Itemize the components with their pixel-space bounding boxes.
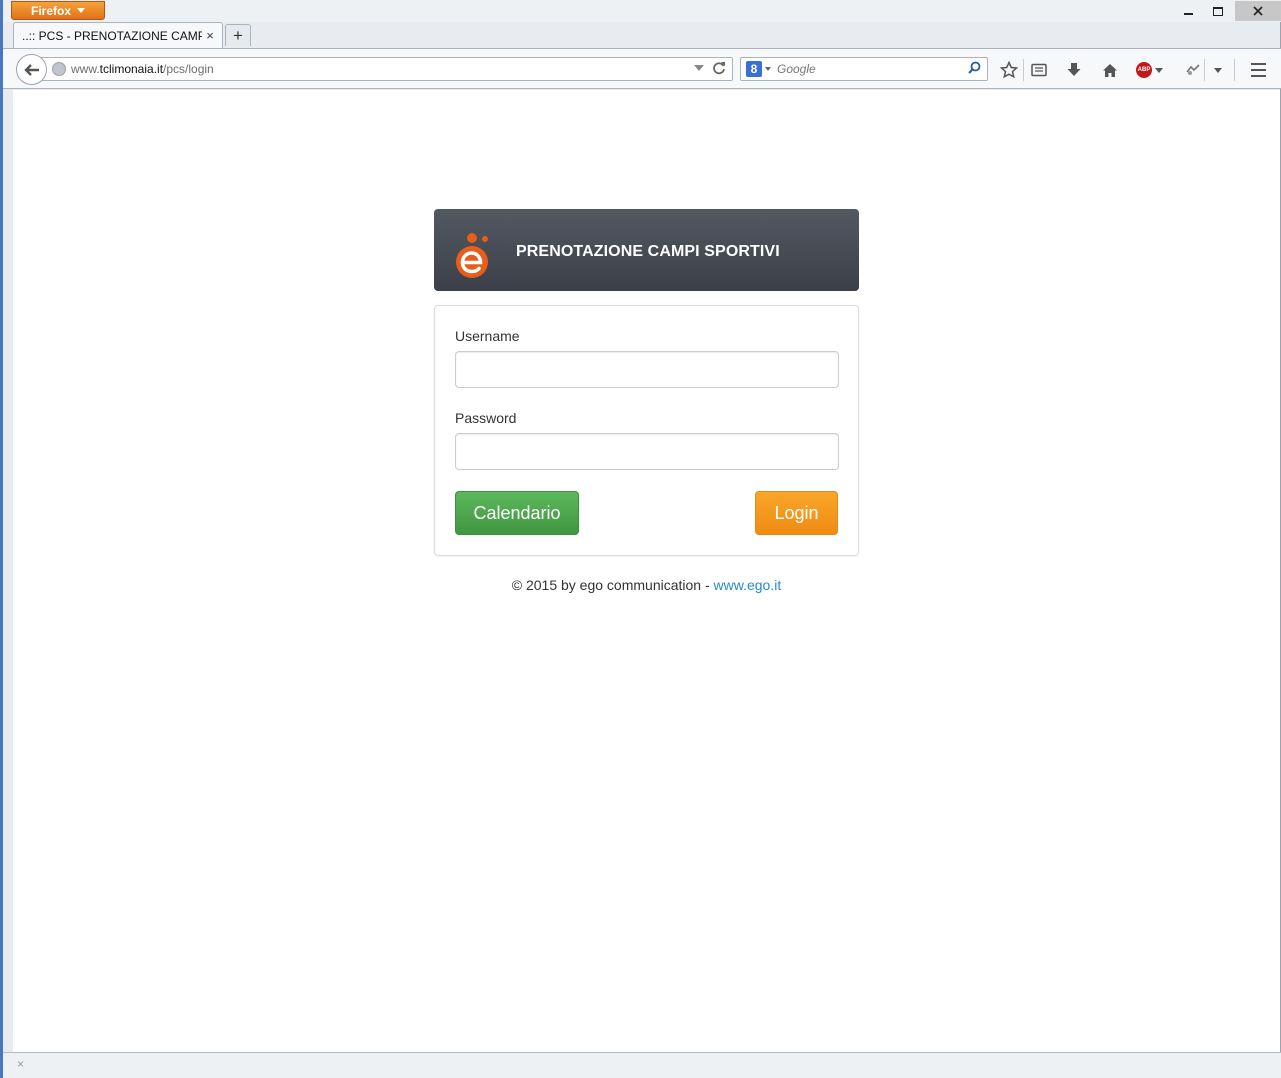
footer: © 2015 by ego communication - www.ego.it xyxy=(13,577,1280,593)
new-tab-button[interactable]: + xyxy=(225,24,251,46)
addon-bar: × xyxy=(3,1052,1281,1078)
username-label: Username xyxy=(455,328,520,344)
history-dropdown-icon[interactable] xyxy=(694,65,704,71)
firefox-menu-label: Firefox xyxy=(30,3,71,18)
url-path: /pcs/login xyxy=(163,62,214,76)
navigation-bar: www. tclimonaia.it/pcs/login 8 Google AB… xyxy=(3,48,1281,89)
footer-link[interactable]: www.ego.it xyxy=(714,577,782,593)
page-title: PRENOTAZIONE CAMPI SPORTIVI xyxy=(516,243,780,260)
adblock-icon: ABP xyxy=(1136,62,1152,78)
globe-icon xyxy=(52,62,66,76)
maximize-icon xyxy=(1213,6,1223,16)
app-header: PRENOTAZIONE CAMPI SPORTIVI xyxy=(434,209,859,291)
addon-bar-close-icon[interactable]: × xyxy=(17,1057,24,1071)
tab-close-icon[interactable]: × xyxy=(202,28,218,43)
toolbar-separator xyxy=(1204,59,1205,81)
chevron-down-icon xyxy=(1214,67,1222,73)
hamburger-menu-icon[interactable] xyxy=(1248,60,1268,80)
chevron-down-icon xyxy=(1155,67,1163,73)
back-button[interactable] xyxy=(16,54,47,85)
close-icon xyxy=(1253,6,1263,16)
tab-active[interactable]: ..:: PCS - PRENOTAZIONE CAMPI... × xyxy=(13,22,223,48)
search-engine-dropdown-icon[interactable] xyxy=(765,67,771,71)
footer-copyright: © 2015 by ego communication - xyxy=(511,577,714,593)
firefox-menu-button[interactable]: Firefox xyxy=(11,1,105,20)
search-icon[interactable] xyxy=(965,61,983,77)
toolbar-separator xyxy=(1023,59,1024,81)
adblock-plus-button[interactable]: ABP xyxy=(1136,60,1166,80)
url-domain: tclimonaia.it xyxy=(99,62,164,76)
home-icon[interactable] xyxy=(1100,60,1120,80)
minimize-button[interactable] xyxy=(1173,1,1203,21)
username-input[interactable] xyxy=(455,351,839,388)
password-label: Password xyxy=(455,410,517,426)
search-bar[interactable]: 8 Google xyxy=(740,57,988,81)
login-panel: Username Password Calendario Login xyxy=(434,305,859,556)
maximize-button[interactable] xyxy=(1203,1,1233,21)
password-input[interactable] xyxy=(455,433,839,470)
back-arrow-icon xyxy=(23,63,39,76)
calendar-button[interactable]: Calendario xyxy=(455,491,579,535)
toolbar-separator xyxy=(1234,59,1235,81)
page-content: PRENOTAZIONE CAMPI SPORTIVI Username Pas… xyxy=(13,90,1280,1052)
title-bar: Firefox xyxy=(3,0,1281,22)
tab-bar: ..:: PCS - PRENOTAZIONE CAMPI... × + xyxy=(3,22,1281,48)
bookmarks-menu-icon[interactable] xyxy=(1029,60,1049,80)
bookmark-star-icon[interactable] xyxy=(999,60,1019,80)
close-window-button[interactable] xyxy=(1235,1,1281,21)
url-prefix: www. xyxy=(71,62,100,76)
browser-window: Firefox ..:: PCS - PRENOTAZIONE CAMPI...… xyxy=(0,0,1281,1078)
url-bar[interactable]: www. tclimonaia.it/pcs/login xyxy=(33,57,733,81)
search-placeholder: Google xyxy=(777,62,816,76)
chevron-down-icon xyxy=(77,8,85,13)
toolbar-overflow-dropdown[interactable] xyxy=(1208,60,1228,80)
reload-icon[interactable] xyxy=(712,61,726,75)
extension-icon[interactable] xyxy=(1183,60,1203,80)
ego-logo-icon xyxy=(456,233,488,278)
tab-title: ..:: PCS - PRENOTAZIONE CAMPI... xyxy=(22,28,202,43)
login-button[interactable]: Login xyxy=(755,491,838,535)
download-icon[interactable] xyxy=(1064,60,1084,80)
google-icon[interactable]: 8 xyxy=(746,61,762,77)
minimize-icon xyxy=(1183,13,1193,15)
